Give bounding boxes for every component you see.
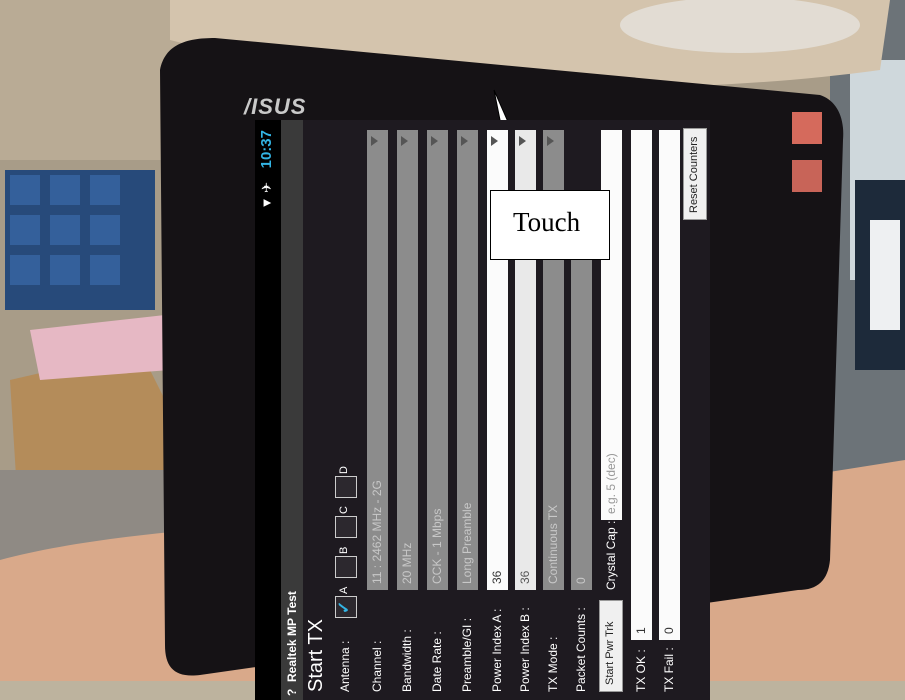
android-screen: ▼ ✈ 10:37 ? Realtek MP Test Start TX Ant… xyxy=(255,120,710,700)
power-a-value: 36 xyxy=(490,570,504,584)
app-title-bar: ? Realtek MP Test xyxy=(281,120,303,700)
status-time: 10:37 xyxy=(258,130,275,169)
data-rate-value: CCK - 1 Mbps xyxy=(430,508,444,584)
tx-fail-label: TX Fail : xyxy=(662,647,676,692)
channel-label: Channel : xyxy=(370,640,384,692)
dropdown-arrow-icon xyxy=(401,136,408,146)
antenna-b-checkbox[interactable] xyxy=(335,556,357,578)
packet-counts-value: 0 xyxy=(574,577,588,584)
bandwidth-value: 20 MHz xyxy=(400,542,414,584)
reset-row: Reset Counters xyxy=(683,120,709,700)
tx-mode-label: TX Mode : xyxy=(546,636,560,692)
tx-ok-value: 1 xyxy=(634,627,648,634)
channel-select[interactable]: 11 : 2462 MHz - 2G xyxy=(367,130,388,590)
dropdown-arrow-icon xyxy=(431,136,438,146)
tx-ok-row: TX OK : 1 xyxy=(629,120,655,700)
bandwidth-label: Bandwidth : xyxy=(400,629,414,692)
signal-icon: ▼ ✈ xyxy=(259,182,274,210)
page-heading: Start TX xyxy=(305,619,327,692)
asus-logo: /ISUS xyxy=(244,94,307,119)
tx-ok-label: TX OK : xyxy=(634,649,648,692)
dropdown-arrow-icon xyxy=(371,136,378,146)
antenna-label: Antenna : xyxy=(338,640,352,692)
reset-counters-button[interactable]: Reset Counters xyxy=(683,128,707,220)
dropdown-arrow-icon xyxy=(461,136,468,146)
preamble-select[interactable]: Long Preamble xyxy=(457,130,478,590)
preamble-row: Preamble/GI : Long Preamble xyxy=(455,120,481,700)
data-rate-select[interactable]: CCK - 1 Mbps xyxy=(427,130,448,590)
antenna-d-label: D xyxy=(338,466,350,474)
blue-foam-absorbers xyxy=(5,170,155,310)
tx-fail-value: 0 xyxy=(662,627,676,634)
crystal-cap-input[interactable]: e.g. 5 (dec) xyxy=(601,130,622,520)
antenna-a-label: A xyxy=(338,586,350,594)
channel-value: 11 : 2462 MHz - 2G xyxy=(370,480,384,584)
power-b-value: 36 xyxy=(518,570,532,584)
antenna-c-checkbox[interactable] xyxy=(335,516,357,538)
bandwidth-row: Bandwidth : 20 MHz xyxy=(395,120,421,700)
antenna-row: Antenna : ✓ A B C D xyxy=(333,120,359,700)
tx-mode-value: Continuous TX xyxy=(546,504,560,584)
app-title: Realtek MP Test xyxy=(285,591,299,682)
crystal-cap-placeholder: e.g. 5 (dec) xyxy=(604,453,618,514)
photo-scene: /ISUS ▼ ✈ 10:37 ? Realtek MP Test Start … xyxy=(0,0,905,700)
data-rate-row: Date Rate : CCK - 1 Mbps xyxy=(425,120,451,700)
start-pwr-trk-button[interactable]: Start Pwr Trk xyxy=(599,600,623,692)
help-icon[interactable]: ? xyxy=(285,689,299,696)
data-rate-label: Date Rate : xyxy=(430,631,444,692)
preamble-value: Long Preamble xyxy=(460,502,474,584)
crystal-cap-label: Crystal Cap : xyxy=(604,520,618,590)
channel-row: Channel : 11 : 2462 MHz - 2G xyxy=(365,120,391,700)
antenna-c-label: C xyxy=(338,506,350,514)
antenna-d-checkbox[interactable] xyxy=(335,476,357,498)
power-a-label: Power Index A : xyxy=(490,608,504,692)
status-bar: ▼ ✈ 10:37 xyxy=(255,120,281,700)
dropdown-arrow-icon xyxy=(491,136,498,146)
antenna-b-label: B xyxy=(338,546,350,554)
tx-ok-field: 1 xyxy=(631,130,652,640)
callout-text: Touch xyxy=(513,207,581,237)
sticker-bottom xyxy=(792,160,822,192)
tx-fail-row: TX Fail : 0 xyxy=(657,120,683,700)
sticker-top xyxy=(792,112,822,144)
antenna-a-checkbox[interactable]: ✓ xyxy=(335,596,357,618)
check-icon: ✓ xyxy=(336,600,353,614)
dropdown-arrow-icon xyxy=(519,136,526,146)
packet-counts-input[interactable]: 0 xyxy=(571,260,592,590)
white-shirt xyxy=(870,220,900,330)
dropdown-arrow-icon xyxy=(547,136,554,146)
packet-counts-label: Packet Counts : xyxy=(574,607,588,692)
power-b-label: Power Index B : xyxy=(518,607,532,692)
touch-callout: Touch xyxy=(490,190,610,260)
tx-fail-field: 0 xyxy=(659,130,680,640)
bandwidth-select[interactable]: 20 MHz xyxy=(397,130,418,590)
